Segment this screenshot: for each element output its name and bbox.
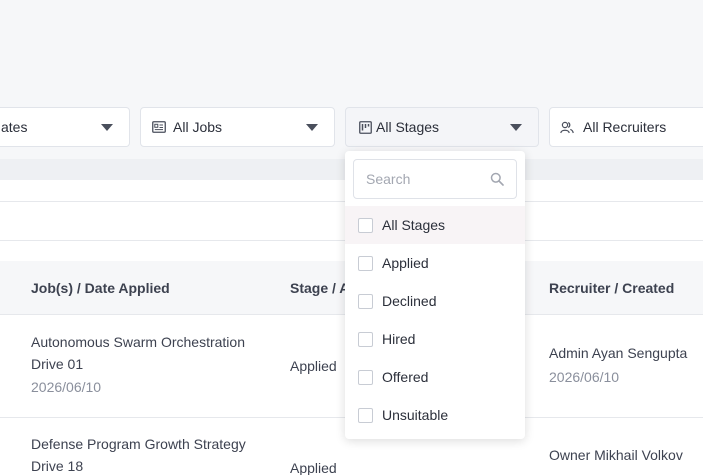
search-icon <box>490 172 504 186</box>
checkbox[interactable] <box>358 255 373 271</box>
recruiter-name: Owner Mikhail Volkov <box>549 447 683 463</box>
stage-option-label: Applied <box>382 255 429 271</box>
caret-down-icon <box>510 124 522 131</box>
stage-option-unsuitable[interactable]: Unsuitable <box>345 396 525 434</box>
stage-option-all-stages[interactable]: All Stages <box>345 206 525 244</box>
caret-down-icon <box>101 124 113 131</box>
users-icon <box>560 120 574 134</box>
filter-bar: ates All Jobs All Stages All Recruiters <box>0 95 703 159</box>
job-title-line2[interactable]: Drive 01 <box>31 353 83 375</box>
checkbox[interactable] <box>358 293 373 309</box>
stage-option-label: Unsuitable <box>382 407 449 423</box>
stages-filter-label: All Stages <box>376 119 440 135</box>
stage-value: Applied <box>290 460 337 475</box>
stage-option-applied[interactable]: Applied <box>345 244 525 282</box>
jobs-filter[interactable]: All Jobs <box>140 107 335 147</box>
checkbox[interactable] <box>358 331 373 347</box>
jobs-filter-label: All Jobs <box>173 119 223 135</box>
column-header-recruiter[interactable]: Recruiter / Created <box>549 280 674 296</box>
stage-option-offered[interactable]: Offered <box>345 358 525 396</box>
stage-option-declined[interactable]: Declined <box>345 282 525 320</box>
date-applied: 2026/06/10 <box>31 379 102 395</box>
candidates-filter[interactable]: ates <box>0 107 130 147</box>
stage-option-label: Offered <box>382 369 429 385</box>
page-header-area <box>0 0 703 95</box>
stage-value: Applied <box>290 358 337 374</box>
recruiters-filter-label: All Recruiters <box>583 119 667 135</box>
job-title-line2[interactable]: Drive 18 <box>31 455 83 475</box>
id-card-icon <box>152 120 166 134</box>
checkbox[interactable] <box>358 407 373 423</box>
checkbox[interactable] <box>358 217 373 233</box>
stage-option-label: Declined <box>382 293 437 309</box>
kanban-icon <box>358 120 372 134</box>
stage-option-label: All Stages <box>382 217 446 233</box>
checkbox[interactable] <box>358 369 373 385</box>
stages-filter[interactable]: All Stages <box>345 107 539 147</box>
stage-dropdown-menu: All Stages Applied Declined Hired Offere… <box>345 151 525 439</box>
job-title[interactable]: Autonomous Swarm Orchestration <box>31 331 245 353</box>
recruiters-filter[interactable]: All Recruiters <box>549 107 703 147</box>
column-header-stage[interactable]: Stage / A <box>290 280 349 296</box>
candidates-filter-label: ates <box>1 119 28 135</box>
stage-option-label: Hired <box>382 331 416 347</box>
recruiter-name: Admin Ayan Sengupta <box>549 345 688 361</box>
column-header-job[interactable]: Job(s) / Date Applied <box>31 280 170 296</box>
stage-option-hired[interactable]: Hired <box>345 320 525 358</box>
caret-down-icon <box>306 124 318 131</box>
job-title[interactable]: Defense Program Growth Strategy <box>31 433 246 455</box>
created-date: 2026/06/10 <box>549 369 620 385</box>
